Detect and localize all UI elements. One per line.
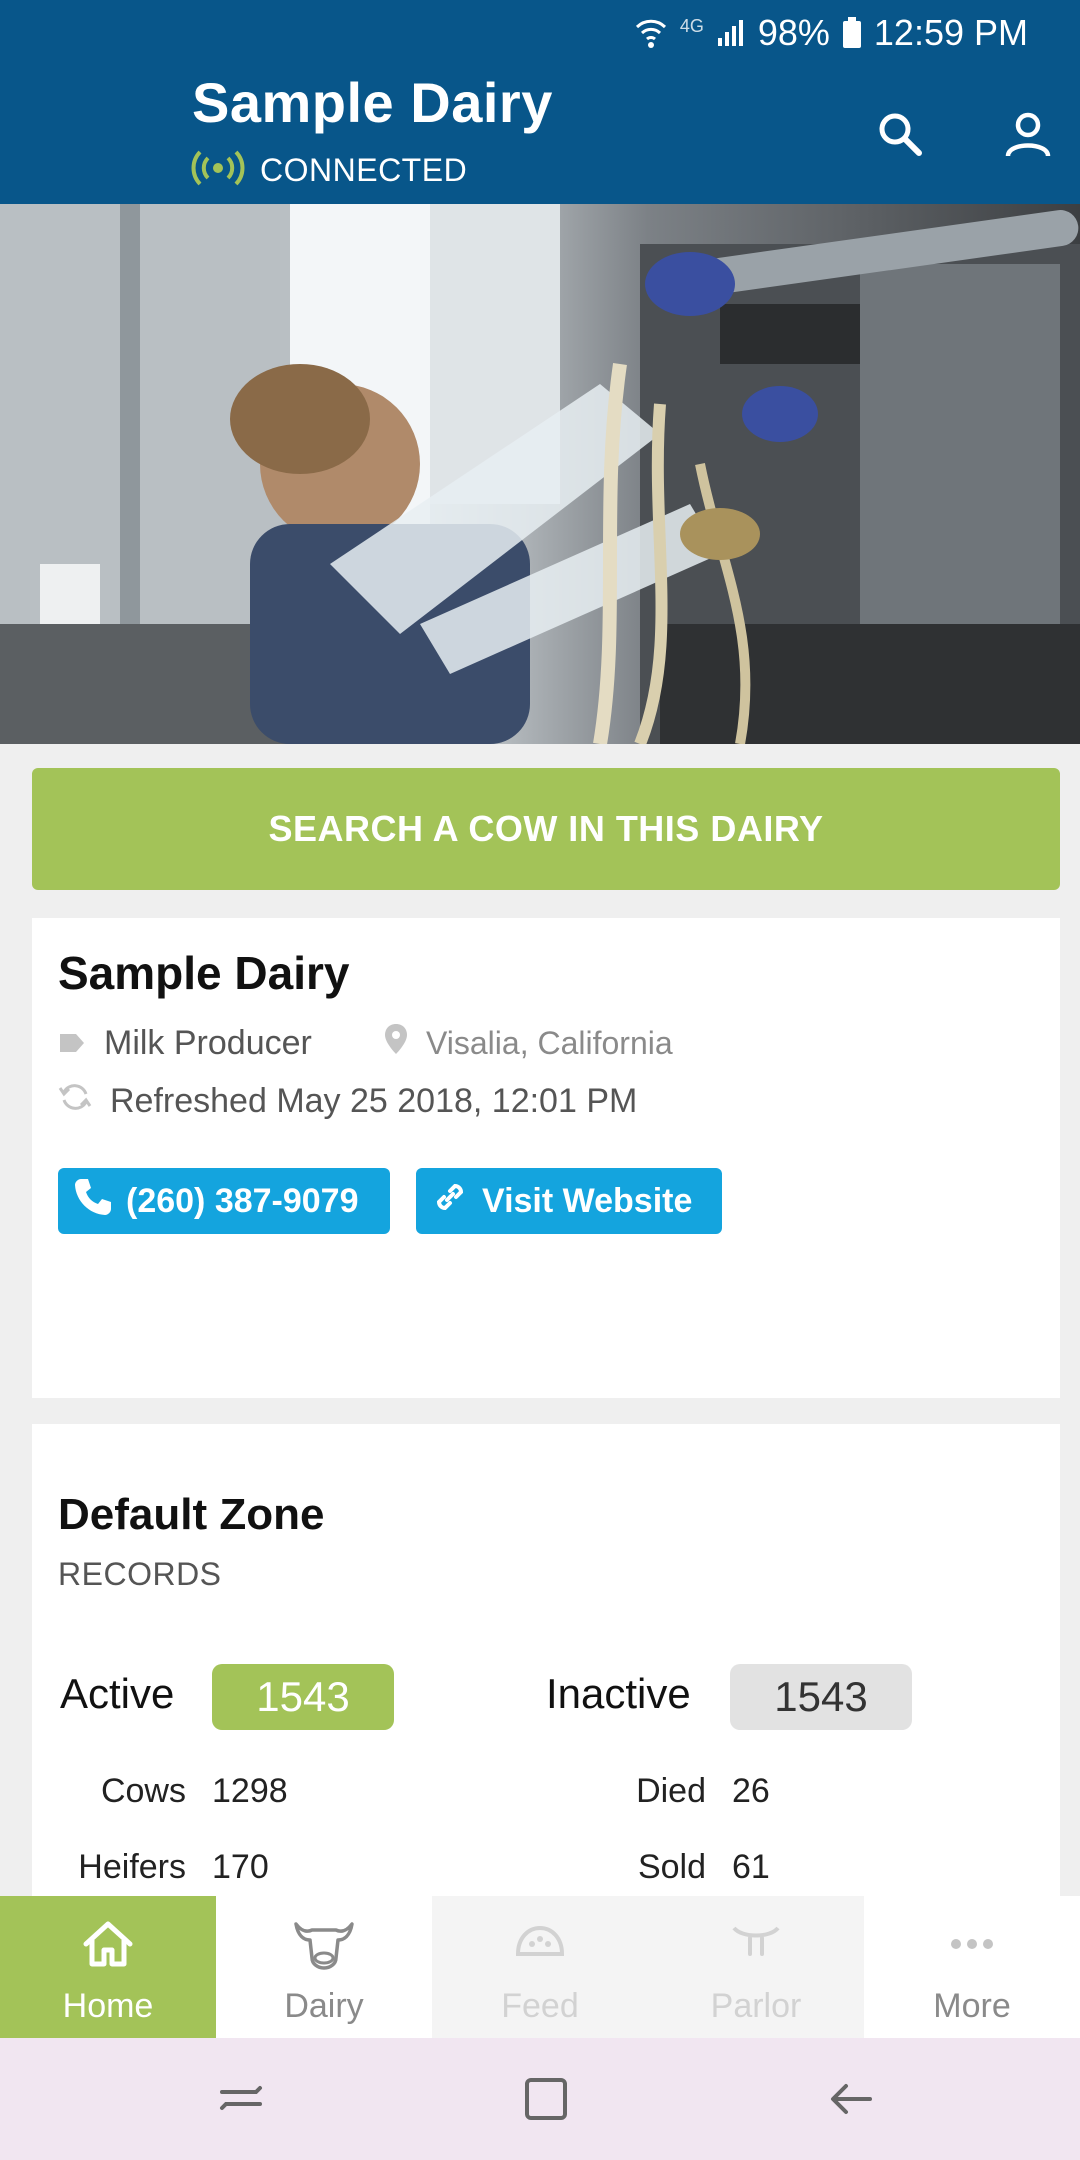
dairy-type-row: Milk Producer: [58, 1024, 312, 1063]
broadcast-icon: [190, 148, 246, 193]
nav-item-more[interactable]: More: [864, 1896, 1080, 2038]
signal-icon: [716, 18, 746, 48]
record-label-heifers: Heifers: [78, 1848, 186, 1886]
nav-label-feed: Feed: [501, 1987, 579, 2025]
record-value-died: 26: [732, 1772, 770, 1810]
more-dots-icon: [944, 1918, 1000, 1979]
dairy-type: Milk Producer: [104, 1024, 312, 1062]
dairy-name: Sample Dairy: [58, 947, 350, 999]
wifi-icon: [634, 17, 668, 49]
dairy-location: Visalia, California: [426, 1024, 673, 1061]
nav-item-feed[interactable]: Feed: [432, 1896, 648, 2038]
page-title: Sample Dairy: [192, 71, 553, 134]
connection-label: CONNECTED: [260, 152, 468, 188]
nav-item-home[interactable]: Home: [0, 1896, 216, 2038]
refresh-row: Refreshed May 25 2018, 12:01 PM: [58, 1080, 637, 1123]
refresh-icon[interactable]: [58, 1080, 92, 1123]
record-value-cows: 1298: [212, 1772, 288, 1810]
hero-image: [0, 204, 1080, 744]
location-pin-icon: [384, 1022, 408, 1064]
active-count-badge[interactable]: 1543: [212, 1664, 394, 1730]
zone-records-card: Default Zone RECORDS Active 1543 Inactiv…: [32, 1424, 1060, 1904]
tag-icon: [58, 1024, 86, 1063]
link-icon: [430, 1177, 470, 1226]
battery-percent: 98%: [757, 12, 830, 53]
nav-label-parlor: Parlor: [710, 1987, 802, 2025]
record-label-cows: Cows: [100, 1772, 186, 1810]
website-label: Visit Website: [482, 1181, 693, 1220]
zone-title: Default Zone: [58, 1490, 325, 1539]
search-cow-button[interactable]: SEARCH A COW IN THIS DAIRY: [32, 768, 1060, 890]
inactive-count-badge[interactable]: 1543: [730, 1664, 912, 1730]
app-header: Sample Dairy CONNECTED: [0, 66, 1080, 204]
phone-icon: [72, 1176, 114, 1227]
feed-bowl-icon: [512, 1918, 568, 1979]
record-label-sold: Sold: [637, 1848, 706, 1886]
home-icon: [80, 1918, 136, 1979]
nav-item-dairy[interactable]: Dairy: [216, 1896, 432, 2038]
record-value-heifers: 170: [212, 1848, 269, 1886]
status-indicators: 4G 98% 12:59 PM: [634, 10, 1028, 56]
location-row: Visalia, California: [384, 1022, 673, 1064]
visit-website-button[interactable]: Visit Website: [416, 1168, 722, 1234]
record-label-died: Died: [636, 1772, 706, 1810]
refreshed-timestamp: Refreshed May 25 2018, 12:01 PM: [110, 1082, 638, 1120]
nav-label-home: Home: [62, 1987, 154, 2025]
zone-subtitle: RECORDS: [58, 1556, 222, 1592]
bottom-nav: Home Dairy Feed Parlor More: [0, 1896, 1080, 2038]
recent-apps-icon[interactable]: [208, 2066, 274, 2132]
status-bar: 4G 98% 12:59 PM: [0, 0, 1080, 66]
profile-icon[interactable]: [998, 104, 1058, 164]
active-label: Active: [60, 1670, 175, 1717]
system-nav-bar: [0, 2038, 1080, 2160]
nav-label-dairy: Dairy: [284, 1987, 364, 2025]
nav-label-more: More: [933, 1987, 1011, 2025]
dairy-info-card: Sample Dairy Milk Producer Visalia, Cali…: [32, 918, 1060, 1398]
phone-number: (260) 387-9079: [126, 1181, 359, 1220]
network-type: 4G: [679, 15, 704, 36]
call-phone-button[interactable]: (260) 387-9079: [58, 1168, 390, 1234]
clock: 12:59 PM: [873, 12, 1028, 53]
inactive-label: Inactive: [546, 1670, 691, 1717]
udder-icon: [728, 1918, 784, 1979]
nav-item-parlor[interactable]: Parlor: [648, 1896, 864, 2038]
record-value-sold: 61: [732, 1848, 770, 1886]
back-arrow-icon[interactable]: [818, 2066, 884, 2132]
cow-icon: [292, 1918, 356, 1979]
battery-icon: [842, 17, 862, 49]
search-icon[interactable]: [870, 104, 930, 164]
connection-status: CONNECTED: [190, 148, 467, 193]
home-square-icon[interactable]: [513, 2066, 579, 2132]
